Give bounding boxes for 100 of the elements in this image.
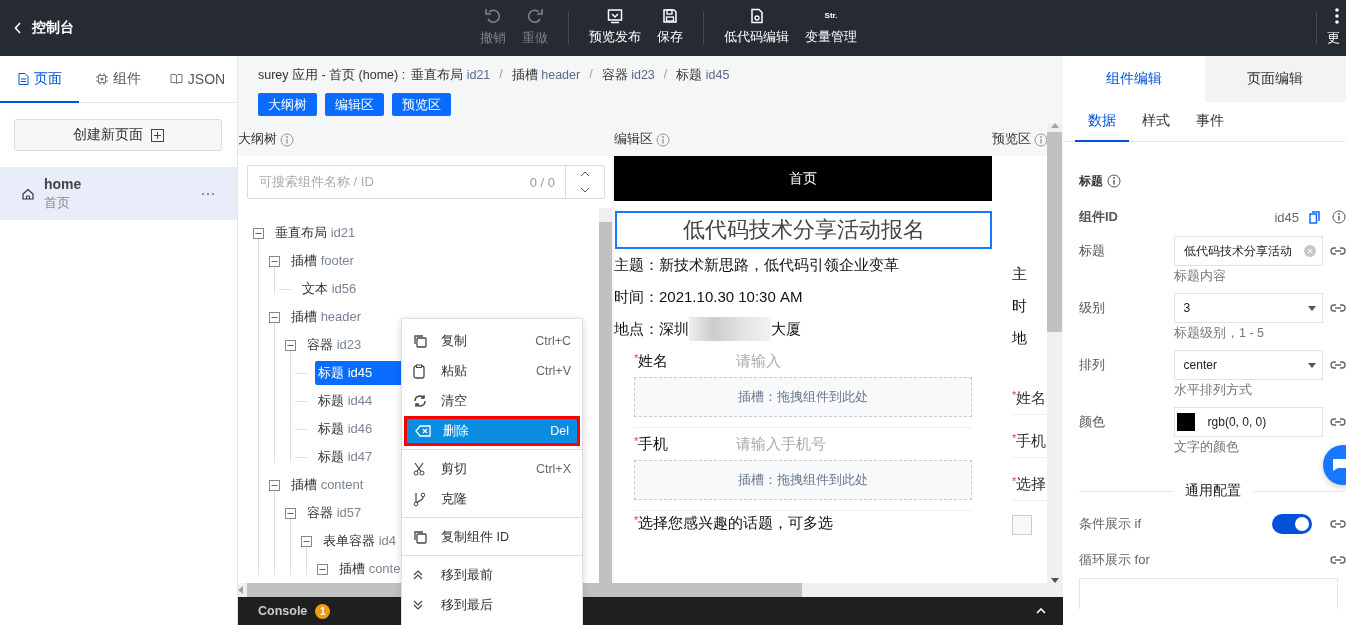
checkbox[interactable] xyxy=(1012,515,1032,536)
redo-icon xyxy=(526,7,544,25)
component-id: id45 xyxy=(1274,209,1299,225)
tree-node[interactable]: 垂直布局 id21 xyxy=(272,221,359,246)
info-text: 地 xyxy=(1012,328,1027,348)
tree-node[interactable]: 表单容器 id4 xyxy=(320,529,399,554)
toolbar-button[interactable]: Str. 变量管理 xyxy=(797,5,865,49)
clipboard-icon xyxy=(413,363,425,379)
field-label: 组件ID xyxy=(1079,208,1119,226)
sidebar-tab[interactable]: JSON xyxy=(158,56,237,103)
link-icon xyxy=(1330,360,1346,370)
field-label: 标题 xyxy=(1079,242,1106,260)
tree-node[interactable]: 插槽 conte xyxy=(336,557,404,582)
str-icon: Str. xyxy=(824,8,838,24)
create-page-button[interactable]: 创建新页面 xyxy=(14,119,222,151)
form-label: *选择 xyxy=(1012,474,1047,494)
chevron-down-icon xyxy=(580,187,590,194)
link-icon xyxy=(1330,303,1346,313)
monitor-icon xyxy=(607,8,623,24)
toolbar-button[interactable]: 更 xyxy=(1317,5,1346,49)
copy-icon xyxy=(1309,210,1320,224)
tree-node[interactable]: 标题 id44 xyxy=(315,389,376,414)
pane-heading: 大纲树 xyxy=(238,131,277,149)
chat-icon xyxy=(1333,459,1346,471)
menu-item[interactable]: 复制 Ctrl+C xyxy=(402,326,582,356)
tree-node[interactable]: 插槽 footer xyxy=(288,249,357,274)
section-title: 通用配置 xyxy=(1184,482,1241,500)
menu-item[interactable]: 剪切 Ctrl+X xyxy=(402,454,582,484)
link-icon xyxy=(1330,246,1346,256)
breadcrumb-item[interactable]: 标题 id45 xyxy=(676,67,730,84)
heading-text[interactable]: 低代码技术分享活动报名 xyxy=(615,211,992,250)
field-hint: 水平排列方式 xyxy=(1174,382,1253,398)
menu-item[interactable]: 移到最前 xyxy=(402,560,582,590)
panel-subtab[interactable]: 数据 xyxy=(1075,102,1129,142)
undo-icon xyxy=(484,7,502,25)
scrollbar-thumb[interactable] xyxy=(1047,132,1062,333)
tree-node[interactable]: 容器 id23 xyxy=(304,333,365,358)
breadcrumb-item[interactable]: 插槽 header xyxy=(511,67,581,84)
link-icon xyxy=(1330,555,1346,565)
double-up-icon xyxy=(413,570,423,580)
breadcrumb-item[interactable]: 垂直布局 id21 xyxy=(411,67,491,84)
link-icon xyxy=(1330,417,1346,427)
breadcrumb-separator: / xyxy=(589,67,593,83)
field-hint: 标题内容 xyxy=(1174,268,1227,284)
field-label: 条件展示 if xyxy=(1079,515,1143,533)
view-toggle-button[interactable]: 编辑区 xyxy=(325,93,384,116)
sidebar-tab[interactable]: 组件 xyxy=(79,56,158,103)
toolbar-button[interactable]: 保存 xyxy=(649,5,691,49)
tree-node[interactable]: 文本 id56 xyxy=(299,277,360,302)
menu-item[interactable]: 删除 Del xyxy=(404,416,580,446)
info-text: 主 xyxy=(1012,264,1027,284)
more-icon xyxy=(1334,7,1340,25)
menu-item[interactable]: 克隆 xyxy=(402,484,582,514)
field-hint: 文字的颜色 xyxy=(1174,439,1240,455)
text-field[interactable]: 低代码技术分享活动 xyxy=(1173,236,1323,266)
console-label: Console xyxy=(258,604,308,619)
link-icon xyxy=(1330,519,1346,529)
double-down-icon xyxy=(413,600,423,610)
document-icon xyxy=(748,8,765,24)
page-item[interactable]: home 首页 xyxy=(0,167,237,220)
chevron-up-icon xyxy=(1036,608,1046,615)
tree-node[interactable]: 插槽 header xyxy=(288,305,365,330)
view-toggle-button[interactable]: 预览区 xyxy=(392,93,451,116)
drop-slot: 插槽：拖拽组件到此处 xyxy=(634,377,972,418)
sidebar-tab[interactable]: 页面 xyxy=(0,56,79,103)
color-swatch xyxy=(1176,413,1195,431)
menu-item[interactable]: 粘贴 Ctrl+V xyxy=(402,356,582,386)
select-field[interactable]: center xyxy=(1173,350,1323,380)
panel-subtab[interactable]: 样式 xyxy=(1129,102,1183,142)
copy-icon xyxy=(413,530,427,544)
view-toggle-button[interactable]: 大纲树 xyxy=(258,93,317,116)
select-field[interactable]: 3 xyxy=(1173,293,1323,323)
scrollbar[interactable] xyxy=(1047,123,1062,584)
color-field[interactable]: rgb(0, 0, 0) xyxy=(1173,407,1323,437)
info-icon xyxy=(280,132,294,147)
form-label: *手机 xyxy=(634,434,670,454)
tree-node[interactable]: 插槽 content xyxy=(288,473,367,498)
code-box[interactable] xyxy=(1079,578,1338,609)
field-label: 循环展示 for xyxy=(1079,551,1151,569)
toolbar-button[interactable]: 低代码编辑 xyxy=(716,5,797,49)
tree-node[interactable]: 标题 id46 xyxy=(315,417,376,442)
menu-item[interactable]: 清空 xyxy=(402,386,582,416)
panel-tab[interactable]: 页面编辑 xyxy=(1204,56,1346,102)
drop-slot: 插槽：拖拽组件到此处 xyxy=(634,460,972,501)
form-label: *姓名 xyxy=(1012,388,1047,408)
toggle-switch[interactable] xyxy=(1272,514,1312,534)
form-label: *姓名 xyxy=(634,351,670,371)
branch-icon xyxy=(413,491,425,507)
pane-heading: 预览区 xyxy=(992,131,1031,149)
info-icon xyxy=(656,132,670,147)
tree-node[interactable]: 容器 id57 xyxy=(304,501,365,526)
info-icon xyxy=(1034,132,1048,147)
panel-subtab[interactable]: 事件 xyxy=(1183,102,1237,142)
back-button[interactable]: 控制台 xyxy=(14,19,74,37)
tree-node[interactable]: 标题 id47 xyxy=(315,445,376,470)
more-icon xyxy=(201,191,215,196)
toolbar-button[interactable]: 预览发布 xyxy=(581,5,649,49)
form-label: *手机 xyxy=(1012,431,1047,451)
menu-item[interactable]: 复制组件 ID xyxy=(402,522,582,552)
breadcrumb-item[interactable]: 容器 id23 xyxy=(601,67,655,84)
